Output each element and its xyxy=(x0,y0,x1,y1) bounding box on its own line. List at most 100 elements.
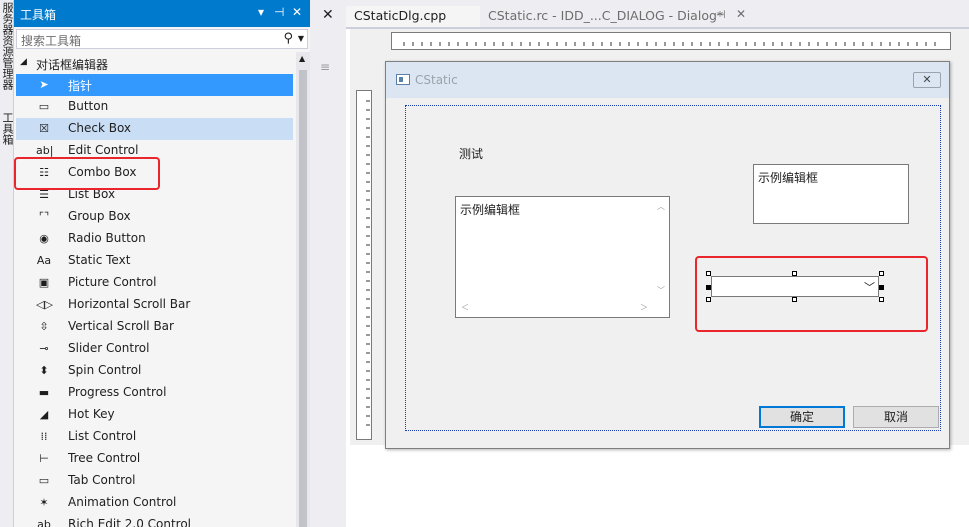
toolbox-item-label: Horizontal Scroll Bar xyxy=(68,297,191,311)
edit-control-text: 示例编辑框 xyxy=(460,203,521,217)
toolbox-item-label: List Control xyxy=(68,429,137,443)
search-placeholder: 搜索工具箱 xyxy=(21,34,82,48)
toolbox-item-[interactable]: ➤ 指针 xyxy=(16,74,293,96)
dialog-title-bar[interactable]: CStatic ✕ xyxy=(386,62,949,98)
toolbox-item-label: Radio Button xyxy=(68,231,146,245)
tab-cstatic-rc-dialog[interactable]: CStatic.rc - IDD_...C_DIALOG - Dialog* ⊣… xyxy=(482,6,754,27)
pin-icon[interactable]: ⊣ xyxy=(274,5,284,19)
toolbox-item-check-box[interactable]: ☒ Check Box xyxy=(16,118,293,140)
toolbox-item-rich-edit-2-0-control[interactable]: ab Rich Edit 2.0 Control xyxy=(16,514,293,527)
toolbox-item-progress-control[interactable]: ▬ Progress Control xyxy=(16,382,293,404)
toolbox-item-label: Edit Control xyxy=(68,143,139,157)
toolbox-item-label: Vertical Scroll Bar xyxy=(68,319,174,333)
toolbox-item-picture-control[interactable]: ▣ Picture Control xyxy=(16,272,293,294)
toolbox-item-label: Check Box xyxy=(68,121,132,135)
pointer-icon: ➤ xyxy=(39,78,49,91)
rich-edit-icon: ab xyxy=(37,518,51,527)
list-box-icon: ☰ xyxy=(39,188,49,201)
close-icon[interactable]: ✕ xyxy=(292,5,302,19)
cancel-button[interactable]: 取消 xyxy=(853,406,939,428)
spin-control-icon: ⬍ xyxy=(39,364,49,377)
toolbox-item-label: Button xyxy=(68,99,109,113)
toolbox-item-slider-control[interactable]: ⊸ Slider Control xyxy=(16,338,293,360)
ide-window: 服务器资源管理器 工具箱 工具箱 ▾ ⊣ ✕ 搜索工具箱 ⚲ ▼ ◢ 对话框编辑… xyxy=(0,0,969,527)
vertical-ruler xyxy=(356,90,372,440)
toolbox-item-button[interactable]: ▭ Button xyxy=(16,96,293,118)
toolbox-title: 工具箱 xyxy=(20,8,57,22)
toolbox-item-animation-control[interactable]: ✶ Animation Control xyxy=(16,492,293,514)
close-icon[interactable]: ✕ xyxy=(736,7,746,21)
toolbox-item-label: Picture Control xyxy=(68,275,157,289)
toolbox-item-vertical-scroll-bar[interactable]: ⇳ Vertical Scroll Bar xyxy=(16,316,293,338)
scroll-down-icon[interactable]: ﹀ xyxy=(657,285,665,296)
vscroll-bar-icon: ⇳ xyxy=(39,320,49,333)
toolbox-item-label: Progress Control xyxy=(68,385,167,399)
toolbox-item-spin-control[interactable]: ⬍ Spin Control xyxy=(16,360,293,382)
toolbox-item-label: Hot Key xyxy=(68,407,115,421)
close-icon[interactable]: ✕ xyxy=(322,7,334,23)
slider-control-icon: ⊸ xyxy=(39,342,49,355)
search-icon[interactable]: ⚲ xyxy=(283,31,293,46)
toolbox-item-list: ➤ 指针 ▭ Button ☒ Check Box ab| Edit Control ☷ Comb… xyxy=(16,74,293,527)
toolbox-item-label: Static Text xyxy=(68,253,131,267)
side-tab-toolbox[interactable]: 工具箱 xyxy=(0,112,14,145)
toolbox-item-static-text[interactable]: Aa Static Text xyxy=(16,250,293,272)
horizontal-ruler xyxy=(391,32,951,50)
checkbox-icon: ☒ xyxy=(39,122,49,135)
dropdown-icon[interactable]: ▾ xyxy=(258,5,264,19)
progress-control-icon: ▬ xyxy=(38,386,50,399)
toolbox-item-radio-button[interactable]: ◉ Radio Button xyxy=(16,228,293,250)
window-icon xyxy=(396,74,410,85)
edit-vscrollbar[interactable]: ︿ ﹀ xyxy=(654,197,669,301)
highlight-box-combo-control xyxy=(695,256,928,332)
collapse-arrow-icon[interactable]: ◢ xyxy=(20,57,27,67)
edit-control-icon: ab| xyxy=(36,144,54,157)
toolbox-scrollbar[interactable]: ▲ xyxy=(296,52,310,527)
toolbox-item-group-box[interactable]: ⌜⌝ Group Box xyxy=(16,206,293,228)
toolbox-item-tree-control[interactable]: ⊢ Tree Control xyxy=(16,448,293,470)
toolbox-scroll-thumb[interactable] xyxy=(299,70,307,527)
side-tab-strip: 服务器资源管理器 工具箱 xyxy=(0,0,14,527)
search-dropdown-icon[interactable]: ▼ xyxy=(298,34,304,43)
splitter-column: ✕ ≡ xyxy=(310,0,346,527)
dialog-close-button[interactable]: ✕ xyxy=(913,72,941,88)
toolbox-item-label: Rich Edit 2.0 Control xyxy=(68,517,192,527)
animation-control-icon: ✶ xyxy=(39,496,49,509)
scroll-left-icon[interactable]: ＜ xyxy=(461,302,469,313)
toolbox-item-label: Slider Control xyxy=(68,341,150,355)
toolbox-item-label: Tree Control xyxy=(68,451,141,465)
edit-hscrollbar[interactable]: ＜ ＞ xyxy=(456,301,669,317)
scroll-up-icon[interactable]: ︿ xyxy=(657,201,665,212)
ok-button[interactable]: 确定 xyxy=(759,406,845,428)
toolbox-title-bar: 工具箱 ▾ ⊣ ✕ xyxy=(14,0,310,27)
toolbox-item-label: Tab Control xyxy=(68,473,136,487)
static-text-icon: Aa xyxy=(36,254,52,267)
toolbox-search-input[interactable]: 搜索工具箱 ⚲ ▼ xyxy=(16,29,308,49)
toolbox-panel: 工具箱 ▾ ⊣ ✕ 搜索工具箱 ⚲ ▼ ◢ 对话框编辑器 ➤ 指针 ▭ Button ☒… xyxy=(14,0,310,527)
pin-icon[interactable]: ⊣ xyxy=(716,8,726,21)
side-tab-server-explorer[interactable]: 服务器资源管理器 xyxy=(0,2,14,90)
tree-control-icon: ⊢ xyxy=(39,452,49,465)
toolbox-item-label: Animation Control xyxy=(68,495,177,509)
picture-control-icon: ▣ xyxy=(38,276,50,289)
edit-control-text: 示例编辑框 xyxy=(758,171,819,185)
tab-cstaticdlg-cpp[interactable]: CStaticDlg.cpp xyxy=(346,6,480,27)
scroll-up-icon[interactable]: ▲ xyxy=(299,54,305,63)
toolbox-item-list-control[interactable]: ⁞⁞ List Control xyxy=(16,426,293,448)
toolbar-lines-icon: ≡ xyxy=(320,60,331,74)
toolbox-item-label: Spin Control xyxy=(68,363,142,377)
edit-control-top[interactable]: 示例编辑框 xyxy=(753,164,909,224)
hot-key-icon: ◢ xyxy=(39,408,49,421)
toolbox-item-horizontal-scroll-bar[interactable]: ◁▷ Horizontal Scroll Bar xyxy=(16,294,293,316)
toolbox-item-tab-control[interactable]: ▭ Tab Control xyxy=(16,470,293,492)
edit-control-multiline[interactable]: 示例编辑框 ︿ ﹀ ＜ ＞ xyxy=(455,196,670,318)
document-tab-bar: CStaticDlg.cpp CStatic.rc - IDD_...C_DIA… xyxy=(346,0,969,27)
toolbox-item-label: Group Box xyxy=(68,209,131,223)
button-icon: ▭ xyxy=(38,100,50,113)
group-box-icon: ⌜⌝ xyxy=(38,210,50,223)
static-text-control[interactable]: 测试 xyxy=(459,145,483,162)
highlight-box-combo-item xyxy=(14,157,160,190)
toolbox-item-hot-key[interactable]: ◢ Hot Key xyxy=(16,404,293,426)
scroll-right-icon[interactable]: ＞ xyxy=(640,302,648,313)
hscroll-bar-icon: ◁▷ xyxy=(36,298,53,311)
